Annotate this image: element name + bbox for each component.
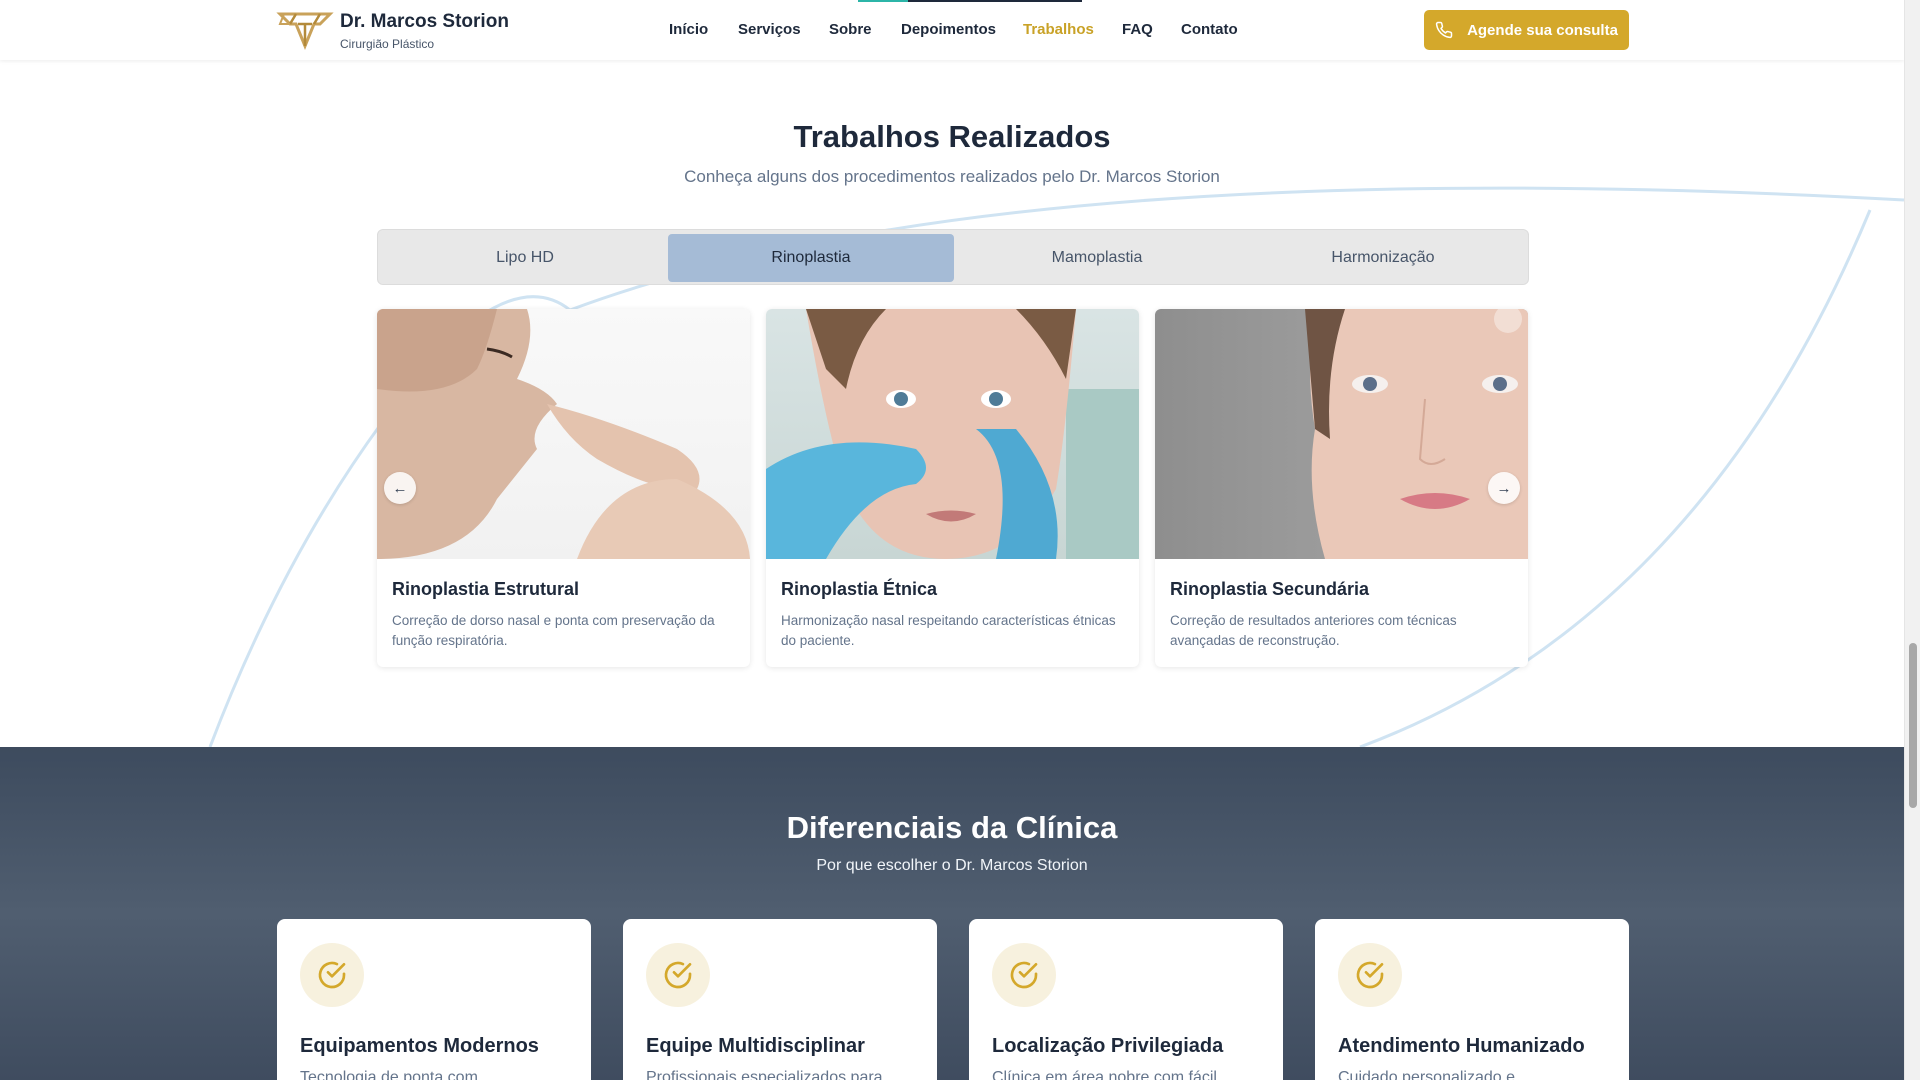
- cta-label: Agende sua consulta: [1467, 21, 1618, 39]
- arrow-right-icon: →: [1496, 479, 1512, 497]
- differential-card: Atendimento Humanizado Cuidado personali…: [1315, 919, 1629, 1080]
- nav-scroll-indicator-teal: [858, 0, 908, 2]
- scrollbar-thumb[interactable]: [1909, 643, 1917, 808]
- differential-card: Equipe Multidisciplinar Profissionais es…: [623, 919, 937, 1080]
- nav-depoimentos[interactable]: Depoimentos: [901, 21, 996, 38]
- work-card[interactable]: Rinoplastia Secundária Correção de resul…: [1155, 309, 1528, 667]
- work-card[interactable]: Rinoplastia Estrutural Correção de dorso…: [377, 309, 750, 667]
- card-description: Correção de resultados anteriores com té…: [1170, 613, 1457, 648]
- tab-harmonizacao[interactable]: Harmonização: [1240, 234, 1526, 282]
- tab-rinoplastia[interactable]: Rinoplastia: [668, 234, 954, 282]
- carousel-prev-button[interactable]: ←: [384, 472, 416, 504]
- card-title: Rinoplastia Secundária: [1170, 579, 1370, 599]
- differential-card: Localização Privilegiada Clínica em área…: [969, 919, 1283, 1080]
- card-description: Correção de dorso nasal e ponta com pres…: [392, 613, 715, 648]
- rhinoplasty-structural-photo: [377, 309, 750, 559]
- differentials-section: Diferenciais da Clínica Por que escolher…: [0, 747, 1904, 1080]
- card-title: Rinoplastia Estrutural: [392, 579, 580, 599]
- arrow-left-icon: ←: [392, 479, 408, 497]
- phone-icon: [1435, 21, 1453, 39]
- nav-faq[interactable]: FAQ: [1122, 21, 1153, 38]
- card-title: Rinoplastia Étnica: [781, 579, 938, 599]
- nav-scroll-indicator-dark: [908, 0, 1082, 2]
- site-header: Dr. Marcos Storion Cirurgião Plástico In…: [0, 0, 1904, 60]
- work-title: Trabalhos Realizados: [793, 119, 1111, 154]
- differential-description: Tecnologia de ponta com: [300, 1069, 478, 1080]
- nav-sobre[interactable]: Sobre: [829, 21, 872, 38]
- schedule-consultation-button[interactable]: Agende sua consulta: [1424, 10, 1629, 50]
- nav-trabalhos[interactable]: Trabalhos: [1023, 21, 1094, 38]
- nav-contato[interactable]: Contato: [1181, 21, 1238, 38]
- nav-servicos[interactable]: Serviços: [738, 21, 801, 38]
- differential-description: Cuidado personalizado e: [1338, 1069, 1516, 1080]
- work-section: Trabalhos Realizados Conheça alguns dos …: [0, 60, 1904, 747]
- card-description: Harmonização nasal respeitando caracterí…: [781, 613, 1116, 648]
- check-circle-icon: [1338, 943, 1402, 1007]
- check-circle-icon: [992, 943, 1056, 1007]
- differential-title: Equipe Multidisciplinar: [646, 1035, 865, 1057]
- rhinoplasty-secondary-photo: [1155, 309, 1528, 559]
- differential-title: Localização Privilegiada: [992, 1035, 1224, 1057]
- differential-card: Equipamentos Modernos Tecnologia de pont…: [277, 919, 591, 1080]
- differential-description: Profissionais especializados para: [646, 1069, 883, 1080]
- carousel-next-button[interactable]: →: [1488, 472, 1520, 504]
- procedure-tabs: Lipo HD Rinoplastia Mamoplastia Harmoniz…: [377, 229, 1529, 285]
- check-circle-icon: [646, 943, 710, 1007]
- work-subtitle: Conheça alguns dos procedimentos realiza…: [684, 167, 1220, 186]
- differential-title: Equipamentos Modernos: [300, 1035, 539, 1057]
- check-circle-icon: [300, 943, 364, 1007]
- differentials-title: Diferenciais da Clínica: [786, 810, 1118, 845]
- nav-inicio[interactable]: Início: [669, 21, 708, 38]
- tab-lipo-hd[interactable]: Lipo HD: [382, 234, 668, 282]
- rhinoplasty-ethnic-photo: [766, 309, 1139, 559]
- differentials-subtitle: Por que escolher o Dr. Marcos Storion: [816, 857, 1088, 874]
- work-card[interactable]: Rinoplastia Étnica Harmonização nasal re…: [766, 309, 1139, 667]
- differential-description: Clínica em área nobre com fácil: [992, 1069, 1217, 1080]
- differential-title: Atendimento Humanizado: [1338, 1035, 1585, 1057]
- tab-mamoplastia[interactable]: Mamoplastia: [954, 234, 1240, 282]
- page-scrollbar[interactable]: [1904, 0, 1920, 1080]
